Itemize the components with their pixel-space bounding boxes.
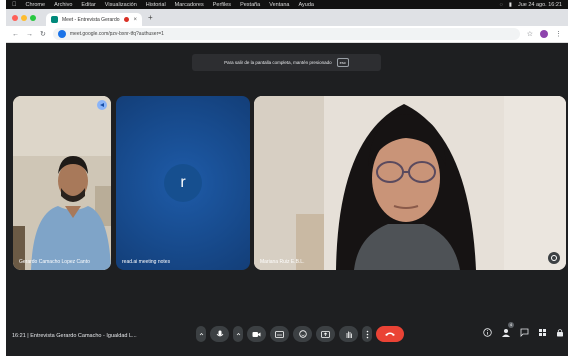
microphone-button[interactable] (210, 326, 229, 342)
forward-icon[interactable]: → (26, 31, 33, 38)
meeting-controls-bar: 16:21 | Entrevista Gerardo Camacho - Igu… (6, 316, 568, 356)
menu-item[interactable]: Marcadores (175, 2, 204, 8)
menubar-status: ◌ ▮ Jue 24 ago. 16:21 (500, 2, 562, 8)
close-tab-icon[interactable]: × (133, 17, 137, 23)
participant-video (13, 96, 111, 270)
reload-icon[interactable]: ↻ (40, 30, 46, 38)
close-window-button[interactable] (12, 14, 18, 21)
os-menubar:  Chrome Archivo Editar Visualización Hi… (6, 0, 568, 9)
activities-icon[interactable] (538, 328, 547, 337)
menu-item[interactable]: Historial (146, 2, 166, 8)
meeting-info: 16:21 | Entrevista Gerardo Camacho - Igu… (12, 333, 137, 339)
info-icon[interactable] (483, 328, 492, 337)
present-screen-icon[interactable] (316, 326, 335, 342)
address-bar[interactable]: meet.google.com/pzv-bxnr-tfq?authuser=1 (52, 28, 520, 40)
participant-video (254, 96, 566, 270)
participant-tile-read-ai[interactable]: r read.ai meeting notes (116, 96, 250, 270)
browser-toolbar: ← → ↻ meet.google.com/pzv-bxnr-tfq?authu… (6, 26, 568, 43)
browser-tab-strip: Meet - Entrevista Gerardo × + (6, 9, 568, 26)
apple-icon[interactable]:  (12, 2, 17, 8)
wifi-icon[interactable]: ◌ (500, 2, 503, 8)
site-info-icon[interactable] (57, 30, 66, 38)
pin-icon[interactable] (97, 100, 107, 110)
browser-tab[interactable]: Meet - Entrevista Gerardo × (46, 13, 142, 26)
tab-title: Meet - Entrevista Gerardo (62, 16, 120, 23)
camera-options-icon[interactable] (233, 326, 243, 342)
clock[interactable]: Jue 24 ago. 16:21 (518, 2, 562, 8)
meet-favicon-icon (51, 16, 58, 23)
screen:  Chrome Archivo Editar Visualización Hi… (6, 0, 568, 356)
menu-item[interactable]: Perfiles (213, 2, 231, 8)
kebab-menu-icon[interactable]: ⋮ (555, 30, 562, 38)
new-tab-icon[interactable]: + (148, 13, 153, 22)
fullscreen-notice-text: Para salir de la pantalla completa, mant… (224, 60, 332, 65)
participant-tile-gerardo[interactable]: Gerardo Camacho Lopez Canto (13, 96, 111, 270)
captions-icon[interactable] (270, 326, 289, 342)
menu-item[interactable]: Chrome (26, 2, 46, 8)
minimize-window-button[interactable] (21, 14, 27, 21)
people-icon[interactable]: 4 (501, 322, 514, 337)
participant-tile-speaker[interactable]: Mariana Ruiz E.B.L. (254, 96, 566, 270)
participant-name: Mariana Ruiz E.B.L. (260, 259, 305, 265)
hang-up-button[interactable] (376, 326, 404, 342)
side-controls: 4 (483, 322, 564, 337)
menu-item[interactable]: Archivo (54, 2, 72, 8)
menu-item[interactable]: Editar (81, 2, 95, 8)
mic-options-icon[interactable] (196, 326, 206, 342)
lock-icon[interactable] (556, 328, 564, 337)
window-controls (12, 14, 36, 21)
menu-item[interactable]: Pestaña (240, 2, 260, 8)
participant-name: read.ai meeting notes (122, 259, 171, 265)
camera-button[interactable] (247, 326, 266, 342)
raise-hand-icon[interactable] (339, 326, 358, 342)
menu-item[interactable]: Visualización (105, 2, 137, 8)
back-icon[interactable]: ← (12, 31, 19, 38)
battery-icon[interactable]: ▮ (509, 2, 512, 8)
maximize-window-button[interactable] (30, 14, 36, 21)
recording-indicator-icon (124, 17, 130, 22)
url-text: meet.google.com/pzv-bxnr-tfq?authuser=1 (69, 31, 164, 37)
tile-options-button[interactable] (548, 252, 560, 264)
esc-key-badge: esc (336, 58, 349, 67)
avatar: r (164, 164, 202, 202)
fullscreen-notice: Para salir de la pantalla completa, mant… (192, 54, 381, 71)
chat-icon[interactable] (520, 328, 529, 337)
menu-item[interactable]: Ayuda (298, 2, 314, 8)
participant-name: Gerardo Camacho Lopez Canto (19, 259, 90, 265)
participant-count-badge: 4 (508, 322, 514, 328)
profile-avatar[interactable] (540, 30, 548, 38)
menu-item[interactable]: Ventana (269, 2, 289, 8)
call-controls (196, 326, 404, 342)
star-icon[interactable]: ☆ (527, 30, 533, 38)
more-options-icon[interactable] (362, 326, 372, 342)
emoji-icon[interactable] (293, 326, 312, 342)
